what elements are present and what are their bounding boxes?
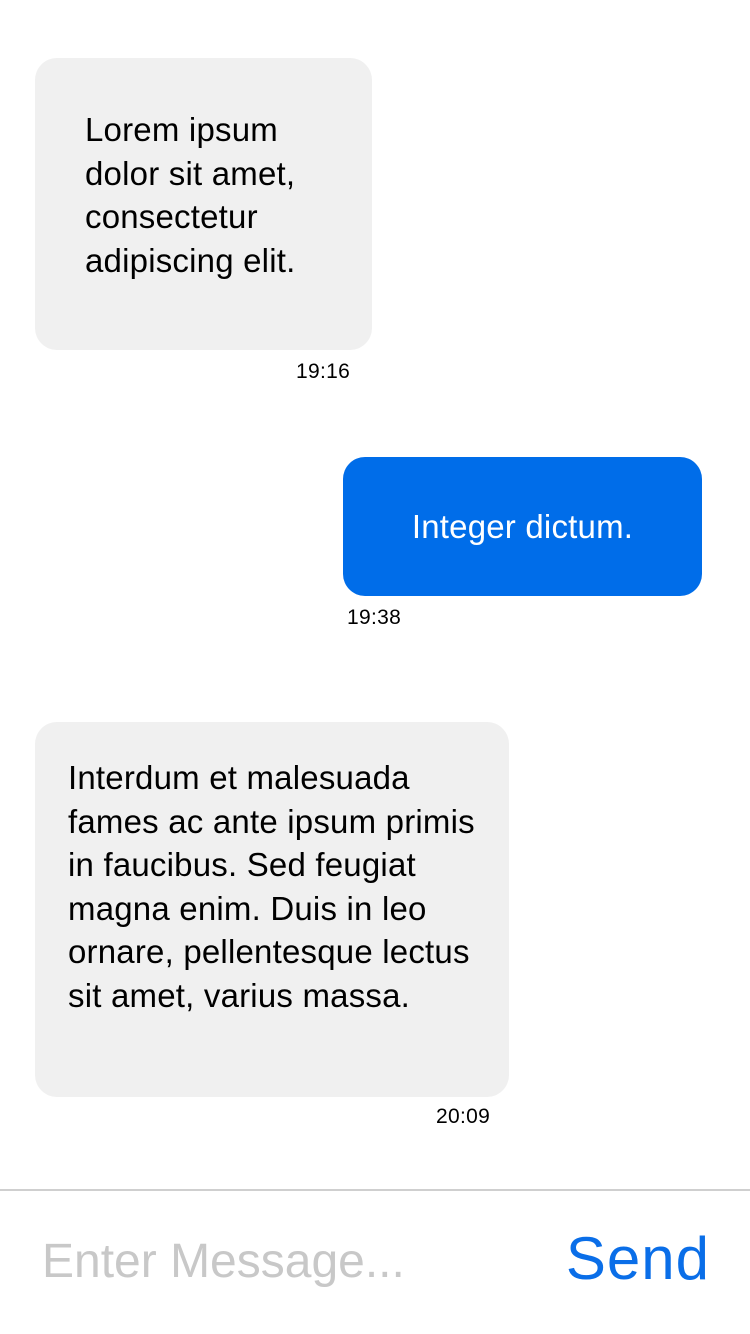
message-bubble-incoming: Lorem ipsum dolor sit amet, consectetur …: [35, 58, 372, 350]
message-bubble-outgoing: Integer dictum.: [343, 457, 702, 596]
message-text: Lorem ipsum dolor sit amet, consectetur …: [85, 111, 296, 279]
message-composer: Send: [0, 1189, 750, 1334]
message-timestamp: 20:09: [436, 1105, 491, 1128]
message-text: Interdum et malesuada fames ac ante ipsu…: [68, 759, 475, 1014]
message-bubble-incoming: Interdum et malesuada fames ac ante ipsu…: [35, 722, 509, 1097]
message-timestamp: 19:38: [347, 606, 402, 629]
message-text: Integer dictum.: [411, 508, 634, 545]
message-timestamp: 19:16: [296, 360, 351, 383]
send-button[interactable]: Send: [566, 1224, 710, 1294]
message-input[interactable]: [42, 1229, 482, 1293]
